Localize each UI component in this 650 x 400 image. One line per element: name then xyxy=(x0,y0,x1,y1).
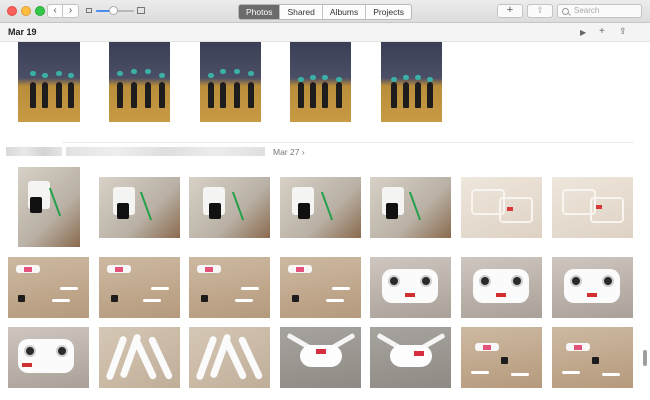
chevron-left-icon: ‹ xyxy=(53,5,57,16)
close-window-button[interactable] xyxy=(7,6,17,16)
photo-thumbnail[interactable] xyxy=(461,327,542,388)
search-icon xyxy=(562,8,569,15)
photo-thumbnail[interactable] xyxy=(189,257,270,318)
blurred-location xyxy=(6,147,62,156)
photo-thumbnail[interactable] xyxy=(381,42,442,122)
search-input[interactable]: Search xyxy=(557,4,642,18)
add-to-icon[interactable]: + xyxy=(599,26,605,37)
share-icon: ⇪ xyxy=(536,5,544,15)
play-slideshow-icon[interactable]: ▶ xyxy=(580,27,586,38)
photo-thumbnail[interactable] xyxy=(280,257,361,318)
photo-thumbnail[interactable] xyxy=(109,42,170,122)
photo-thumbnail[interactable] xyxy=(189,177,270,238)
photo-thumbnail[interactable] xyxy=(18,42,80,122)
back-button[interactable]: ‹ xyxy=(47,4,63,18)
photo-thumbnail[interactable] xyxy=(189,327,270,388)
photo-thumbnail[interactable] xyxy=(290,42,351,122)
toolbar: ‹ › Photos Shared Albums Projects + ⇪ Se… xyxy=(0,0,650,23)
vertical-scrollbar[interactable] xyxy=(643,350,647,366)
photo-thumbnail[interactable] xyxy=(8,257,89,318)
tab-shared[interactable]: Shared xyxy=(280,5,323,19)
photo-thumbnail[interactable] xyxy=(18,167,80,247)
add-button[interactable]: + xyxy=(497,4,523,18)
photo-thumbnail[interactable] xyxy=(8,327,89,388)
moment-divider xyxy=(62,142,634,143)
photo-thumbnail[interactable] xyxy=(280,177,361,238)
photo-thumbnail[interactable] xyxy=(552,257,633,318)
photo-thumbnail[interactable] xyxy=(461,257,542,318)
small-thumbnail-icon xyxy=(86,8,92,13)
tab-photos[interactable]: Photos xyxy=(239,5,281,19)
photo-thumbnail[interactable] xyxy=(99,327,180,388)
share-icon[interactable]: ⇪ xyxy=(619,26,627,37)
photo-thumbnail[interactable] xyxy=(370,327,451,388)
minimize-window-button[interactable] xyxy=(21,6,31,16)
photo-thumbnail[interactable] xyxy=(461,177,542,238)
photo-thumbnail[interactable] xyxy=(280,327,361,388)
photo-thumbnail[interactable] xyxy=(200,42,261,122)
large-thumbnail-icon xyxy=(137,7,145,14)
view-tabs: Photos Shared Albums Projects xyxy=(238,4,412,20)
moment-header: Mar 19 ▶ + ⇪ xyxy=(0,23,650,42)
photo-thumbnail[interactable] xyxy=(370,257,451,318)
tab-projects[interactable]: Projects xyxy=(366,5,411,19)
plus-icon: + xyxy=(506,4,514,16)
moment-date-link[interactable]: Mar 27 › xyxy=(273,147,305,157)
chevron-right-icon: › xyxy=(68,5,73,16)
blurred-location-detail xyxy=(66,147,265,156)
photo-thumbnail[interactable] xyxy=(370,177,451,238)
search-placeholder: Search xyxy=(574,6,600,15)
photos-window: ‹ › Photos Shared Albums Projects + ⇪ Se… xyxy=(0,0,650,400)
share-button[interactable]: ⇪ xyxy=(527,4,553,18)
photo-thumbnail[interactable] xyxy=(552,177,633,238)
photo-thumbnail[interactable] xyxy=(552,327,633,388)
forward-button[interactable]: › xyxy=(63,4,79,18)
zoom-slider-knob[interactable] xyxy=(109,6,119,15)
photo-thumbnail[interactable] xyxy=(99,257,180,318)
fullscreen-window-button[interactable] xyxy=(35,6,45,16)
photo-thumbnail[interactable] xyxy=(99,177,180,238)
moment-date: Mar 19 xyxy=(8,27,37,37)
tab-albums[interactable]: Albums xyxy=(322,5,367,19)
